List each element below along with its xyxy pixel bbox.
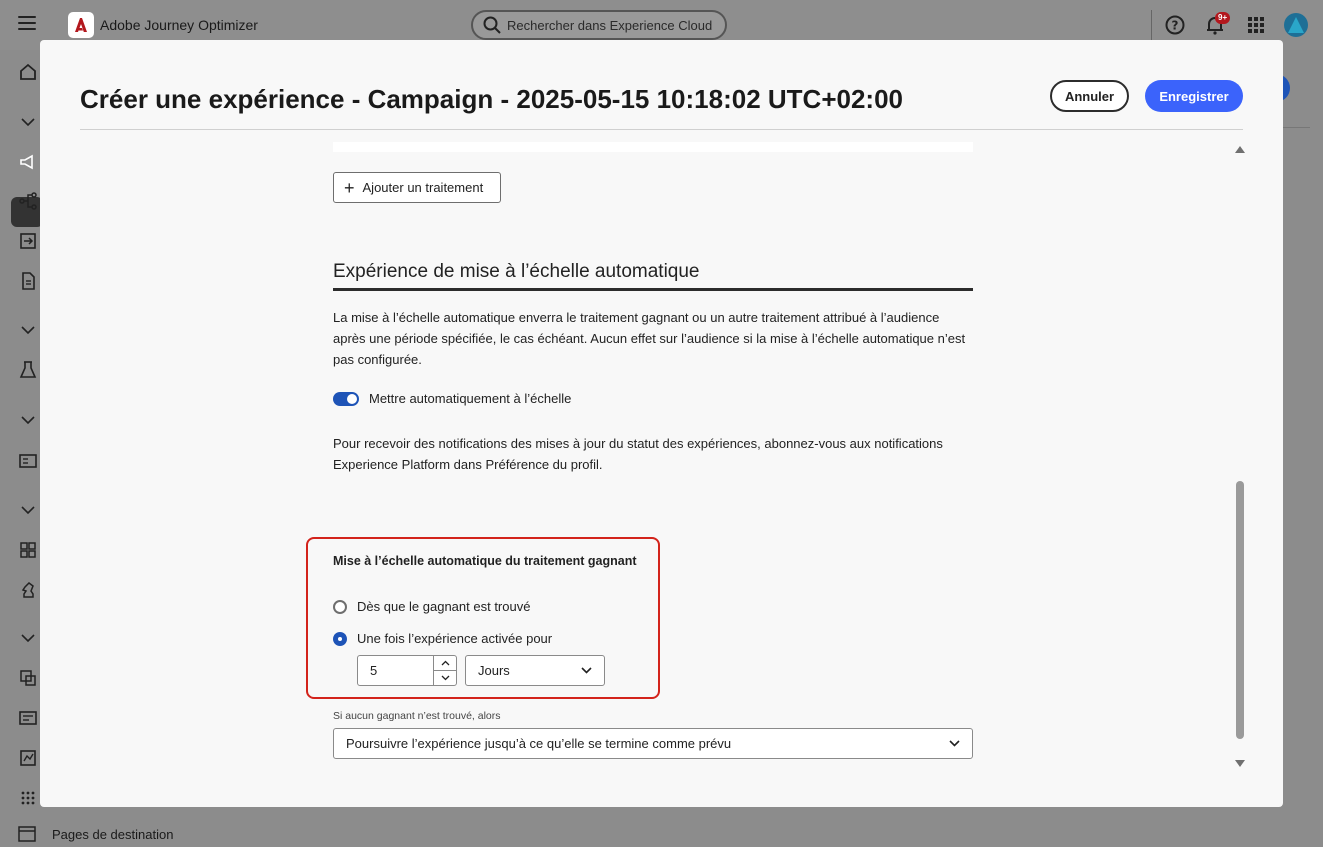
radio-winner-found[interactable]: Dès que le gagnant est trouvé bbox=[333, 599, 530, 614]
chevron-down-icon[interactable] bbox=[18, 410, 38, 430]
create-experiment-modal: Créer une expérience - Campaign - 2025-0… bbox=[40, 40, 1283, 807]
topbar-divider bbox=[1151, 10, 1152, 40]
chevron-down-icon bbox=[949, 740, 960, 747]
modal-content[interactable]: + Ajouter un traitement Expérience de mi… bbox=[40, 130, 1283, 807]
plus-icon: + bbox=[344, 177, 355, 198]
radio-label: Dès que le gagnant est trouvé bbox=[357, 599, 531, 614]
apps-grid-icon[interactable] bbox=[1245, 14, 1267, 36]
dots-grid-icon[interactable] bbox=[18, 788, 38, 808]
assets-icon[interactable] bbox=[18, 668, 38, 688]
fallback-select[interactable]: Poursuivre l’expérience jusqu’à ce qu’el… bbox=[333, 728, 973, 759]
fallback-label: Si aucun gagnant n’est trouvé, alors bbox=[333, 710, 501, 722]
cancel-button[interactable]: Annuler bbox=[1050, 80, 1129, 112]
stepper-buttons bbox=[433, 656, 456, 685]
chess-knight-icon[interactable] bbox=[18, 580, 38, 600]
reports-icon[interactable] bbox=[18, 748, 38, 768]
toggle-label: Mettre automatiquement à l’échelle bbox=[369, 391, 572, 406]
winner-section-title: Mise à l’échelle automatique du traiteme… bbox=[333, 554, 637, 568]
page-title: Créer une expérience - Campaign - 2025-0… bbox=[80, 84, 903, 114]
auto-scale-toggle[interactable] bbox=[333, 391, 359, 406]
avatar[interactable] bbox=[1284, 13, 1308, 37]
scrollbar-thumb[interactable] bbox=[1236, 481, 1244, 739]
audience-card-icon[interactable] bbox=[18, 451, 38, 471]
radio-button[interactable] bbox=[333, 599, 347, 614]
fragments-icon[interactable] bbox=[18, 540, 38, 560]
radio-after-duration[interactable]: Une fois l’expérience activée pour bbox=[333, 631, 552, 646]
add-treatment-label: Ajouter un traitement bbox=[362, 180, 484, 195]
side-nav bbox=[0, 50, 43, 847]
chevron-down-icon bbox=[581, 667, 592, 674]
menu-icon[interactable] bbox=[18, 16, 36, 30]
chevron-down-icon[interactable] bbox=[18, 500, 38, 520]
background-divider bbox=[1283, 127, 1310, 128]
beaker-icon[interactable] bbox=[18, 360, 38, 380]
sidebar-item-landing-pages[interactable]: Pages de destination bbox=[18, 826, 173, 842]
radio-label: Une fois l’expérience activée pour bbox=[357, 631, 553, 646]
add-treatment-button[interactable]: + Ajouter un traitement bbox=[333, 172, 501, 203]
notification-badge: 9+ bbox=[1215, 12, 1231, 24]
chevron-down-icon[interactable] bbox=[18, 112, 38, 132]
chevron-down-icon[interactable] bbox=[18, 628, 38, 648]
sidebar-item-label: Pages de destination bbox=[52, 826, 174, 842]
global-search[interactable] bbox=[471, 10, 727, 40]
megaphone-icon[interactable] bbox=[18, 152, 38, 172]
decrement-button[interactable] bbox=[434, 671, 456, 685]
search-icon bbox=[483, 16, 501, 34]
section-heading: Expérience de mise à l’échelle automatiq… bbox=[333, 261, 700, 282]
scroll-up-arrow[interactable] bbox=[1235, 146, 1245, 153]
notification-hint: Pour recevoir des notifications des mise… bbox=[333, 436, 943, 472]
search-input[interactable] bbox=[507, 17, 717, 33]
journey-icon[interactable] bbox=[18, 191, 38, 211]
save-button[interactable]: Enregistrer bbox=[1145, 80, 1243, 112]
document-icon[interactable] bbox=[18, 271, 38, 291]
landing-page-icon bbox=[18, 826, 36, 842]
chevron-down-icon[interactable] bbox=[18, 320, 38, 340]
home-icon[interactable] bbox=[18, 62, 38, 82]
decisions-icon[interactable] bbox=[18, 231, 38, 251]
svg-text:?: ? bbox=[1172, 19, 1179, 33]
radio-button-checked[interactable] bbox=[333, 631, 347, 646]
help-icon[interactable]: ? bbox=[1164, 14, 1186, 36]
chevron-down-icon bbox=[441, 675, 449, 681]
section-rule bbox=[333, 288, 973, 291]
adobe-logo-icon bbox=[68, 12, 94, 38]
app-name: Adobe Journey Optimizer bbox=[100, 17, 258, 33]
duration-input[interactable] bbox=[358, 656, 433, 685]
channels-icon[interactable] bbox=[18, 708, 38, 728]
treatment-card bbox=[333, 142, 973, 152]
increment-button[interactable] bbox=[434, 656, 456, 671]
chevron-up-icon bbox=[441, 660, 449, 666]
auto-scale-toggle-row[interactable]: Mettre automatiquement à l’échelle bbox=[333, 391, 571, 406]
duration-unit-value: Jours bbox=[478, 663, 510, 678]
auto-scale-description: La mise à l’échelle automatique enverra … bbox=[333, 310, 966, 367]
duration-stepper[interactable] bbox=[357, 655, 457, 686]
scroll-down-arrow[interactable] bbox=[1235, 760, 1245, 767]
fallback-value: Poursuivre l’expérience jusqu’à ce qu’el… bbox=[346, 736, 732, 751]
duration-unit-select[interactable]: Jours bbox=[465, 655, 605, 686]
